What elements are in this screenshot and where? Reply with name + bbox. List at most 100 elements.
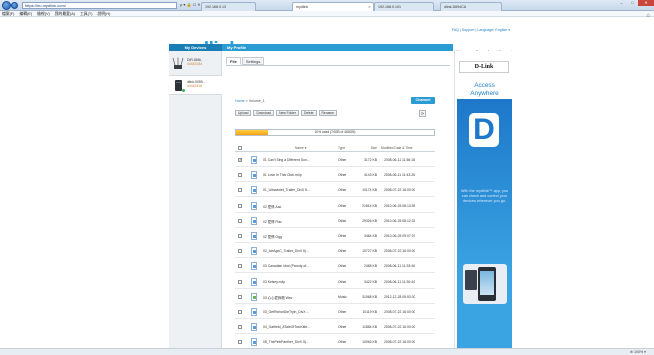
file-type: Other xyxy=(338,325,347,330)
menu-view[interactable]: 檢視(V) xyxy=(37,11,50,16)
row-checkbox[interactable] xyxy=(238,249,242,254)
file-date: 2010-06-25 08:12:31 xyxy=(384,218,416,223)
back-button[interactable] xyxy=(2,1,11,10)
file-name[interactable]: 03_GetRichorDieTryin_DivX ... xyxy=(263,310,329,314)
menu-favorites[interactable]: 我的最愛(A) xyxy=(55,11,75,16)
row-checkbox[interactable] xyxy=(238,264,242,269)
tab-my-profile[interactable]: My Profile xyxy=(227,44,246,51)
browser-tab-active[interactable]: mydlink ✕ xyxy=(292,2,374,11)
tab-my-devices[interactable]: My Devices xyxy=(169,44,222,51)
forward-button[interactable] xyxy=(11,2,18,9)
row-checkbox[interactable] xyxy=(238,157,242,162)
upload-button[interactable]: Upload xyxy=(235,110,252,116)
row-checkbox[interactable] xyxy=(238,188,242,193)
file-name[interactable]: 01_Ultraviolet_Trailer_DivX 5... xyxy=(263,188,329,192)
close-tab-icon[interactable]: ✕ xyxy=(368,3,371,11)
new-folder-button[interactable]: New Folder xyxy=(276,110,299,116)
tab-label: 192.168.0.101 xyxy=(378,5,401,9)
table-row[interactable]: 02_IceAgeC_Trailer_DivX 5)... Other 10727 … xyxy=(235,244,435,259)
table-row[interactable]: 02 愛情 Ogg Other 3464 KB 2010-06-25 09:07:07 xyxy=(235,229,435,243)
header-name[interactable]: Name ▾ xyxy=(295,146,361,150)
file-icon xyxy=(251,277,257,286)
file-name[interactable]: 01 Love In This Club.m4p xyxy=(263,173,329,177)
maximize-button[interactable]: □ xyxy=(627,0,638,6)
storage-usage-bar: 10% used (74GB of 465GB) xyxy=(235,129,435,136)
table-row[interactable]: 03 Canadian Idiot (Parody of... Other 2468… xyxy=(235,259,435,274)
file-size: 11884 KB xyxy=(362,325,377,330)
tab-file[interactable]: File xyxy=(226,57,241,65)
breadcrumb-home[interactable]: Home xyxy=(235,99,245,103)
file-name[interactable]: 05_ThePinkPanther_DivX 5)... xyxy=(263,340,329,344)
row-checkbox[interactable] xyxy=(238,294,242,299)
file-manager: File Settings Home > Volume_1 Channel Up… xyxy=(223,51,453,350)
channel-button[interactable]: Channel xyxy=(411,97,435,104)
header-type[interactable]: Type xyxy=(338,146,345,150)
phone-router-image xyxy=(463,264,507,304)
device-item-selected[interactable]: dlink-0059... 44442416 xyxy=(169,75,222,95)
table-row[interactable]: 01_Ultraviolet_Trailer_DivX 5... Other 101… xyxy=(235,183,435,198)
file-icon xyxy=(251,201,257,210)
table-row[interactable]: 01 Can't Sing a Different Son... Other 317… xyxy=(235,153,435,167)
browser-tab[interactable]: dlink-D694CA xyxy=(440,2,502,11)
menu-tools[interactable]: 工具(T) xyxy=(80,11,92,16)
header-size[interactable]: Size xyxy=(357,146,377,150)
tab-settings[interactable]: Settings xyxy=(241,57,265,65)
file-name[interactable]: 01 Can't Sing a Different Son... xyxy=(263,158,329,162)
top-links[interactable]: FAQ | Support | Language: English ▾ xyxy=(398,28,510,32)
device-id: 44443184 xyxy=(187,62,203,66)
file-date: 2012-12-28 05:53:30 xyxy=(384,294,416,299)
file-tabs: File Settings xyxy=(226,57,265,65)
close-window-button[interactable]: ✕ xyxy=(638,0,654,6)
file-name[interactable]: 03 Kelsey.m4p xyxy=(263,280,329,284)
table-row[interactable]: 02 愛情 Aac Other 21814 KB 2010-06-25 08:13:5… xyxy=(235,199,435,213)
row-checkbox[interactable] xyxy=(238,203,242,208)
browser-tab[interactable]: 192.168.0.101 xyxy=(374,2,434,11)
table-row[interactable]: 03 Kelsey.m4p Other 3422 KB 2008-06-11 11:3… xyxy=(235,275,435,289)
minimize-button[interactable]: – xyxy=(616,0,627,6)
device-item[interactable]: DIR-868L 44443184 xyxy=(169,54,222,74)
zoom-control[interactable]: ⊕ 100% ▾ xyxy=(630,349,646,355)
file-name[interactable]: 02 愛情 Flac xyxy=(263,219,329,224)
file-name[interactable]: 03 Canadian Idiot (Parody of... xyxy=(263,264,329,268)
delete-button[interactable]: Delete xyxy=(300,110,317,116)
table-row[interactable]: 02 愛情 Flac Other 29326 KB 2010-06-25 08:12:… xyxy=(235,214,435,228)
file-size: 3172 KB xyxy=(363,158,377,162)
file-date: 2010-06-25 08:13:55 xyxy=(384,203,416,208)
file-type: Other xyxy=(338,234,347,238)
file-name[interactable]: 02 愛情 Aac xyxy=(263,204,329,209)
table-row[interactable]: 01 Love In This Club.m4p Other 4143 KB 2008… xyxy=(235,168,435,183)
file-date: 2008-07-22 16:00:00 xyxy=(384,188,416,193)
file-name[interactable]: 04_Garfield_ATaleOfTwoKitte... xyxy=(263,325,329,329)
file-type: Music xyxy=(338,294,347,299)
table-row[interactable]: 03 心心愛我唱 Wav Music 31568 KB 2012-12-28 05:5… xyxy=(235,290,435,304)
menu-file[interactable]: 檔案(F) xyxy=(2,11,14,16)
row-checkbox[interactable] xyxy=(238,310,242,314)
refresh-icon[interactable]: ⟳ xyxy=(419,110,426,117)
table-row[interactable]: 03_GetRichorDieTryin_DivX ... Other 10119 … xyxy=(235,305,435,319)
table-row[interactable]: 04_Garfield_ATaleOfTwoKitte... Other 11884… xyxy=(235,320,435,335)
row-checkbox[interactable] xyxy=(238,218,242,223)
header-date[interactable]: Modified Date & Time xyxy=(381,146,413,150)
select-all-checkbox[interactable] xyxy=(238,146,242,150)
download-button[interactable]: Download xyxy=(253,110,275,116)
file-size: 3464 KB xyxy=(363,234,377,238)
menu-help[interactable]: 說明(H) xyxy=(97,11,110,16)
row-checkbox[interactable] xyxy=(238,173,242,178)
browser-tab[interactable]: 192.168.0.13 xyxy=(201,2,256,11)
row-checkbox[interactable] xyxy=(238,340,242,345)
rename-button[interactable]: Rename xyxy=(318,110,337,116)
menu-edit[interactable]: 編輯(E) xyxy=(19,11,32,16)
row-checkbox[interactable] xyxy=(238,279,242,284)
row-checkbox[interactable] xyxy=(238,325,242,330)
advertisement[interactable]: D-Link Access Anywhere D With the mydlin… xyxy=(454,51,513,348)
file-name[interactable]: 02 愛情 Ogg xyxy=(263,234,329,239)
file-icon xyxy=(251,171,257,180)
address-controls[interactable]: ρ ▾ 🔒 ☐ ✕ xyxy=(180,2,201,7)
row-checkbox[interactable] xyxy=(238,234,242,238)
file-name[interactable]: 02_IceAgeC_Trailer_DivX 5)... xyxy=(263,249,329,253)
address-bar[interactable]: https://eu.mydlink.com/ xyxy=(22,2,177,9)
file-size: 29326 KB xyxy=(362,218,377,223)
table-header: Name ▾ Type Size Modified Date & Time xyxy=(235,144,435,152)
file-icon xyxy=(251,323,257,332)
file-name[interactable]: 03 心心愛我唱 Wav xyxy=(263,295,329,300)
